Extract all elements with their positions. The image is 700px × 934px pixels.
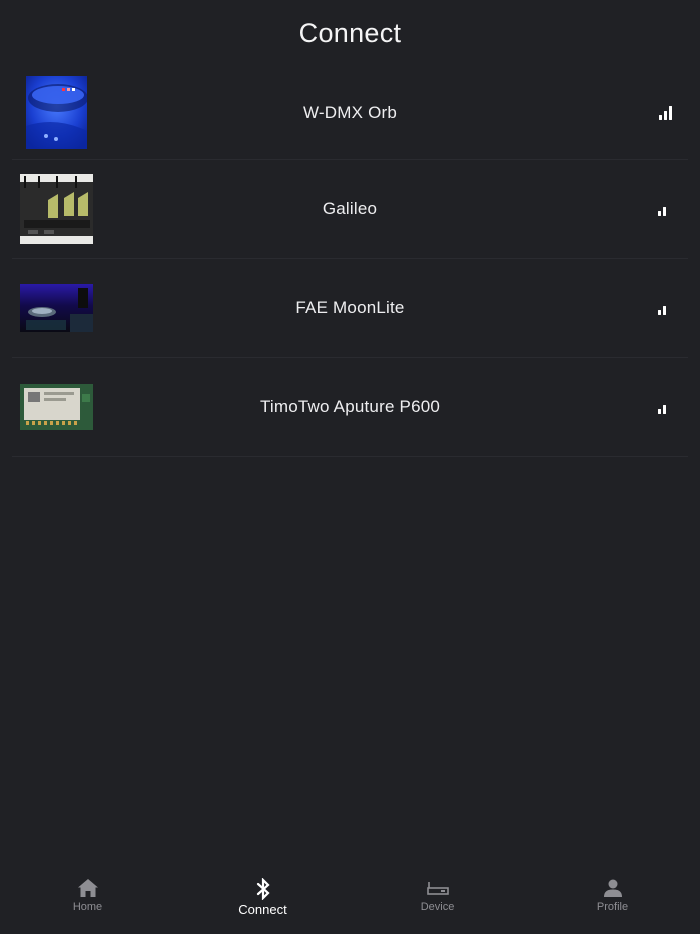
device-row-timotwo-aputure-p600[interactable]: TimoTwo Aputure P600: [12, 358, 688, 457]
signal-strength-icon: [658, 202, 666, 216]
home-icon: [77, 879, 98, 897]
tab-connect[interactable]: Connect: [175, 868, 350, 934]
tab-label: Connect: [238, 902, 287, 917]
tab-label: Home: [72, 901, 103, 913]
tab-bar: Home Connect Device Profile: [0, 868, 700, 934]
header: Connect: [0, 0, 700, 66]
device-name: W-DMX Orb: [302, 102, 398, 122]
device-thumbnail: [20, 174, 93, 244]
device-icon: [426, 882, 449, 895]
device-thumbnail: [20, 273, 93, 343]
tab-device[interactable]: Device: [350, 868, 525, 934]
device-list: W-DMX Orb Galileo FAE MoonLite TimoTwo A…: [0, 66, 700, 457]
bluetooth-icon: [256, 878, 270, 900]
moonlite-image: [20, 284, 93, 332]
device-thumbnail: [26, 76, 87, 149]
signal-strength-icon: [658, 400, 666, 414]
device-thumbnail: [20, 372, 93, 442]
device-name: FAE MoonLite: [295, 298, 405, 317]
device-name: TimoTwo Aputure P600: [259, 397, 441, 416]
orb-image: [26, 76, 87, 149]
timotwo-image: [20, 384, 93, 430]
signal-strength-icon: [658, 301, 666, 315]
device-row-fae-moonlite[interactable]: FAE MoonLite: [12, 259, 688, 358]
galileo-image: [20, 174, 93, 244]
signal-strength-icon: [659, 105, 672, 120]
device-row-w-dmx-orb[interactable]: W-DMX Orb: [12, 66, 688, 160]
profile-icon: [603, 879, 622, 897]
page-title: Connect: [298, 17, 402, 48]
app-root: Connect W-DMX Orb Galileo FAE MoonLite T…: [0, 0, 700, 934]
tab-label: Profile: [596, 901, 629, 913]
device-row-galileo[interactable]: Galileo: [12, 160, 688, 259]
tab-profile[interactable]: Profile: [525, 868, 700, 934]
tab-home[interactable]: Home: [0, 868, 175, 934]
tab-label: Device: [420, 901, 455, 913]
device-name: Galileo: [322, 199, 378, 218]
